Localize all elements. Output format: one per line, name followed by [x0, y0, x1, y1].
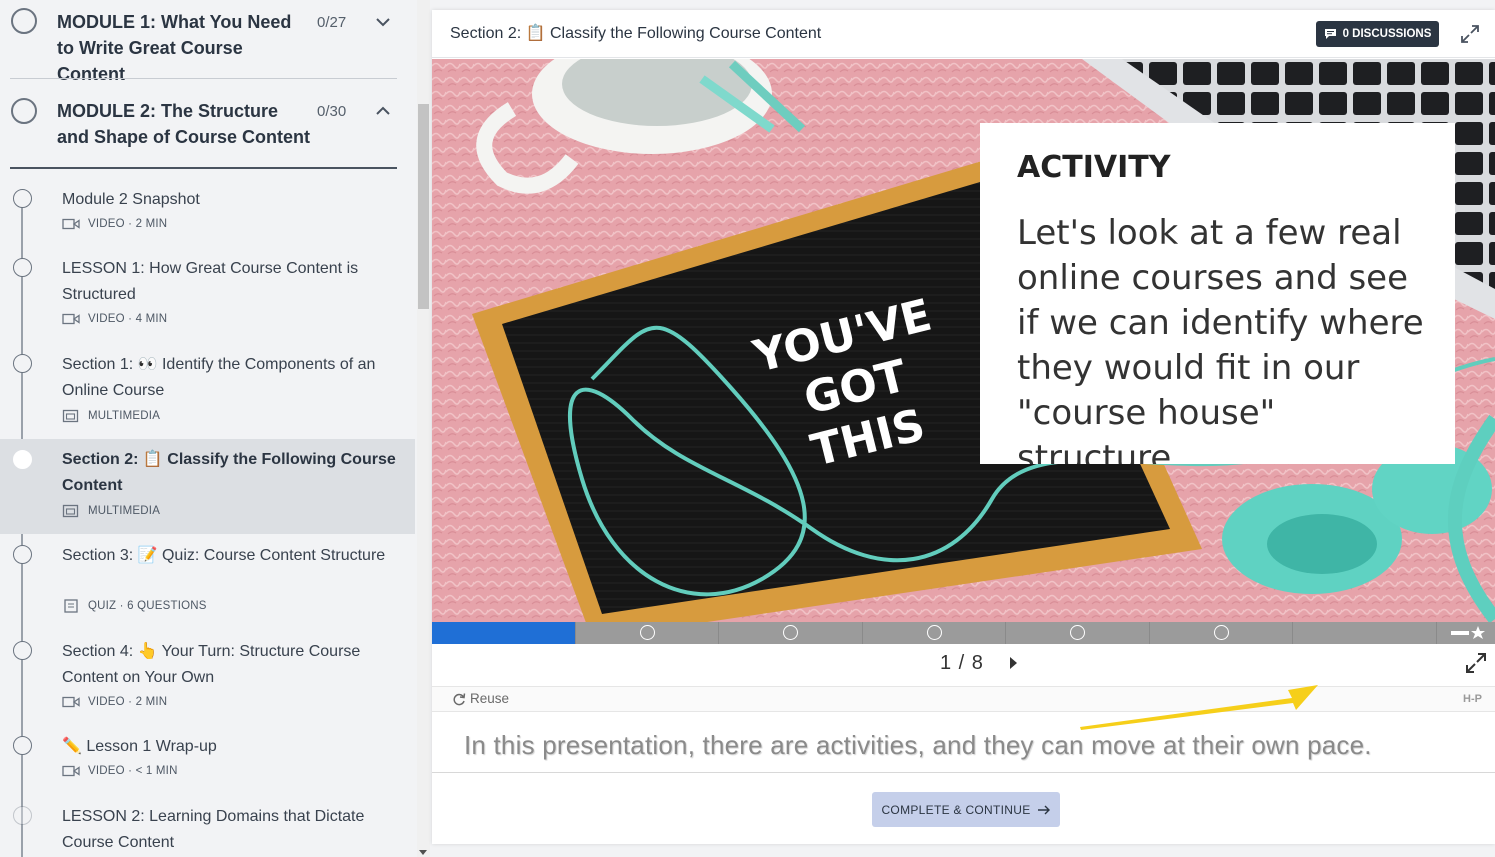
complete-label: COMPLETE & CONTINUE [881, 802, 1031, 817]
discussions-label: 0 DISCUSSIONS [1342, 28, 1432, 40]
module-divider [10, 78, 397, 79]
lesson-item[interactable]: ✏️ Lesson 1 Wrap-up VIDEO · < 1 MIN [0, 727, 415, 789]
lesson-item[interactable]: LESSON 1: How Great Course Content is St… [0, 249, 415, 339]
progress-segment[interactable] [576, 622, 719, 644]
progress-segment[interactable] [1293, 622, 1437, 644]
chevron-up-icon[interactable] [375, 103, 391, 119]
lesson-meta-text: VIDEO · < 1 MIN [88, 765, 178, 777]
quiz-icon [64, 599, 78, 613]
progress-segment-current[interactable] [432, 622, 576, 644]
annotation-arrow-icon [1080, 685, 1318, 730]
sidebar-scrollbar[interactable] [417, 0, 430, 857]
module-2-item[interactable]: MODULE 2: The Structure and Shape of Cou… [0, 80, 415, 170]
lesson-meta-text: QUIZ · 6 QUESTIONS [88, 600, 207, 612]
scroll-down-arrow[interactable] [419, 850, 427, 855]
summary-star-icon [1451, 626, 1485, 639]
lesson-title: Section 2: 📋 Classify the Following Cour… [62, 451, 396, 494]
activity-marker-icon [1070, 625, 1085, 640]
lesson-meta: VIDEO · 2 MIN [62, 696, 167, 708]
h5p-logo: H-P [1463, 693, 1482, 705]
module-2-title: MODULE 2: The Structure and Shape of Cou… [57, 101, 311, 147]
expand-icon[interactable] [1460, 24, 1480, 44]
lesson-item[interactable]: Section 4: 👆 Your Turn: Structure Course… [0, 632, 415, 722]
progress-segment[interactable] [1150, 622, 1293, 644]
lesson-status-circle [13, 189, 32, 208]
video-icon [62, 218, 80, 230]
lesson-item-active[interactable]: Section 2: 📋 Classify the Following Cour… [0, 439, 415, 534]
slide-counter: 1 / 8 [940, 652, 984, 674]
progress-segment[interactable] [1006, 622, 1150, 644]
lesson-status-circle [13, 545, 32, 564]
activity-marker-icon [1214, 625, 1229, 640]
activity-marker-icon [783, 625, 798, 640]
module-1-title: MODULE 1: What You Need to Write Great C… [57, 12, 292, 84]
lesson-item[interactable]: Section 3: 📝 Quiz: Course Content Struct… [0, 536, 415, 626]
reuse-button[interactable]: Reuse [452, 691, 509, 706]
module-2-progress-count: 0/30 [317, 103, 347, 120]
page-title: Section 2: 📋 Classify the Following Cour… [450, 25, 822, 42]
lesson-content-panel: Section 2: 📋 Classify the Following Cour… [432, 10, 1495, 844]
presentation-slide: YOU'VE GOT THIS ACTIVITY Let's look at a… [432, 59, 1495, 622]
lesson-title: Module 2 Snapshot [62, 191, 200, 208]
complete-and-continue-button[interactable]: COMPLETE & CONTINUE [872, 792, 1060, 827]
course-sidebar: MODULE 1: What You Need to Write Great C… [0, 0, 430, 857]
chat-bubble-icon [1324, 29, 1336, 39]
module-active-divider [10, 167, 397, 169]
lesson-meta-text: VIDEO · 2 MIN [88, 218, 168, 230]
content-divider [432, 772, 1495, 773]
lesson-item[interactable]: LESSON 2: Learning Domains that Dictate … [0, 797, 415, 857]
activity-card: ACTIVITY Let's look at a few real online… [980, 123, 1455, 464]
lesson-meta: VIDEO · 2 MIN [62, 218, 167, 230]
activity-heading: ACTIVITY [1017, 150, 1171, 185]
fullscreen-icon[interactable] [1465, 652, 1487, 674]
video-icon [62, 765, 80, 777]
multimedia-icon [62, 409, 79, 423]
lesson-status-circle [13, 736, 32, 755]
arrow-right-icon [1037, 805, 1050, 814]
lesson-meta: VIDEO · 4 MIN [62, 313, 167, 325]
lesson-title: Section 3: 📝 Quiz: Course Content Struct… [62, 547, 386, 564]
multimedia-icon [62, 504, 79, 518]
lesson-title: Section 1: 👀 Identify the Components of … [62, 356, 376, 399]
lesson-meta-text: VIDEO · 2 MIN [88, 696, 168, 708]
discussions-button[interactable]: 0 DISCUSSIONS [1316, 21, 1439, 47]
lesson-header: Section 2: 📋 Classify the Following Cour… [432, 10, 1495, 58]
module-2-status-circle [11, 98, 37, 124]
lesson-meta-text: VIDEO · 4 MIN [88, 313, 168, 325]
module-1-progress-count: 0/27 [317, 14, 347, 31]
lesson-title: ✏️ Lesson 1 Wrap-up [62, 738, 217, 755]
scrollbar-thumb[interactable] [418, 104, 429, 309]
video-icon [62, 313, 80, 325]
lesson-title: Section 4: 👆 Your Turn: Structure Course… [62, 643, 361, 686]
chevron-down-icon[interactable] [375, 14, 391, 30]
lesson-meta-text: MULTIMEDIA [88, 410, 161, 422]
refresh-icon [453, 692, 466, 705]
lesson-status-circle [13, 450, 32, 469]
slide-progress-bar[interactable] [432, 622, 1495, 644]
activity-marker-icon [640, 625, 655, 640]
lesson-meta: QUIZ · 6 QUESTIONS [62, 599, 207, 613]
lesson-status-circle [13, 641, 32, 660]
activity-text: Let's look at a few real online courses … [1017, 213, 1424, 464]
video-icon [62, 696, 80, 708]
lesson-meta: MULTIMEDIA [62, 504, 160, 518]
lesson-meta: MULTIMEDIA [62, 409, 160, 423]
lesson-meta-text: MULTIMEDIA [88, 505, 161, 517]
lesson-title: LESSON 1: How Great Course Content is St… [62, 260, 359, 303]
lesson-title: LESSON 2: Learning Domains that Dictate … [62, 808, 365, 851]
lesson-meta: VIDEO · < 1 MIN [62, 765, 178, 777]
lesson-item[interactable]: Section 1: 👀 Identify the Components of … [0, 345, 415, 435]
lesson-status-circle [13, 258, 32, 277]
progress-segment[interactable] [863, 622, 1006, 644]
lesson-status-circle [13, 354, 32, 373]
lesson-item[interactable]: Module 2 Snapshot VIDEO · 2 MIN [0, 180, 415, 240]
next-slide-icon[interactable] [1010, 657, 1017, 669]
module-1-item[interactable]: MODULE 1: What You Need to Write Great C… [0, 0, 415, 84]
reuse-label: Reuse [470, 691, 510, 706]
progress-segment[interactable] [719, 622, 863, 644]
activity-marker-icon [927, 625, 942, 640]
module-1-status-circle [11, 8, 37, 34]
lesson-status-circle [13, 806, 32, 825]
